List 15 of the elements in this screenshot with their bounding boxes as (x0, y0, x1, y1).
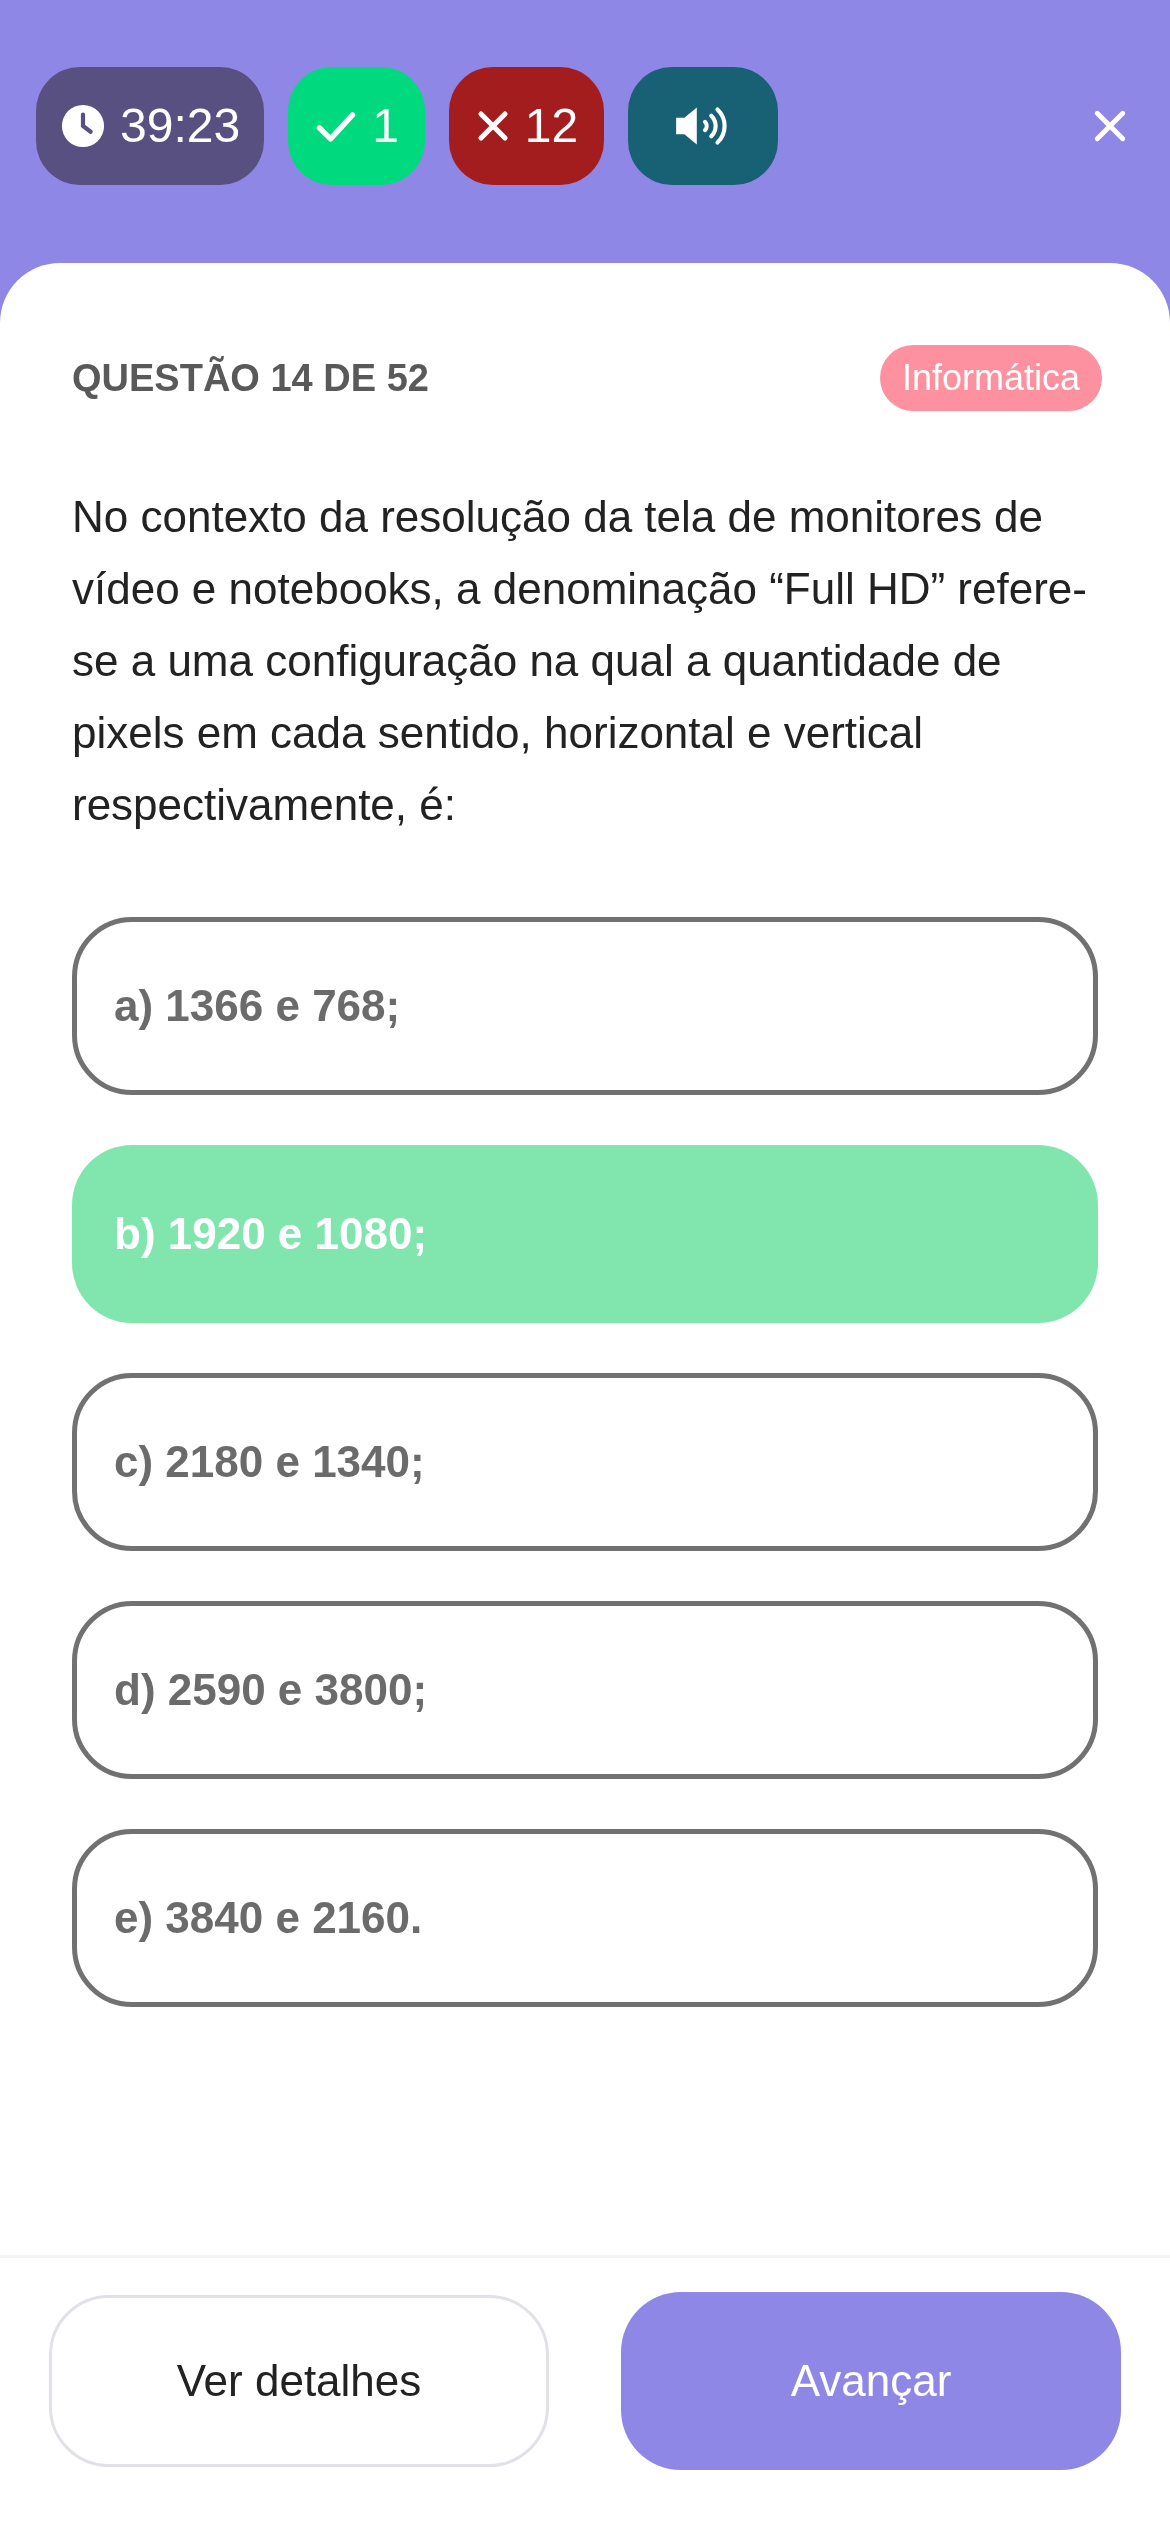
close-icon (1093, 108, 1127, 143)
sound-button[interactable] (628, 66, 779, 185)
answer-option[interactable]: e) 3840 e 2160. (72, 1829, 1098, 2007)
wrong-count-badge: 12 (448, 66, 605, 185)
next-button[interactable]: Avançar (621, 2292, 1121, 2470)
question-counter: QUESTÃO 14 DE 52 (72, 355, 429, 401)
correct-count-badge: 1 (288, 66, 425, 185)
question-text: No contexto da resolução da tela de monitores de vídeo e notebooks, a denominação “Full HD” refere-se a uma configuração na qual a quantidade de pixels em cada sentido, horizontal e vertical respectivamente, é: (71, 491, 1088, 831)
details-button[interactable]: Ver detalhes (49, 2295, 549, 2467)
timer-badge: 39:23 (36, 66, 265, 185)
clock-icon (60, 102, 106, 149)
subject-tag: Informática (879, 345, 1102, 411)
answer-option[interactable]: a) 1366 e 768; (72, 917, 1098, 1095)
answer-option[interactable]: d) 2590 e 3800; (72, 1601, 1098, 1779)
answer-option[interactable]: c) 2180 e 1340; (72, 1373, 1098, 1551)
